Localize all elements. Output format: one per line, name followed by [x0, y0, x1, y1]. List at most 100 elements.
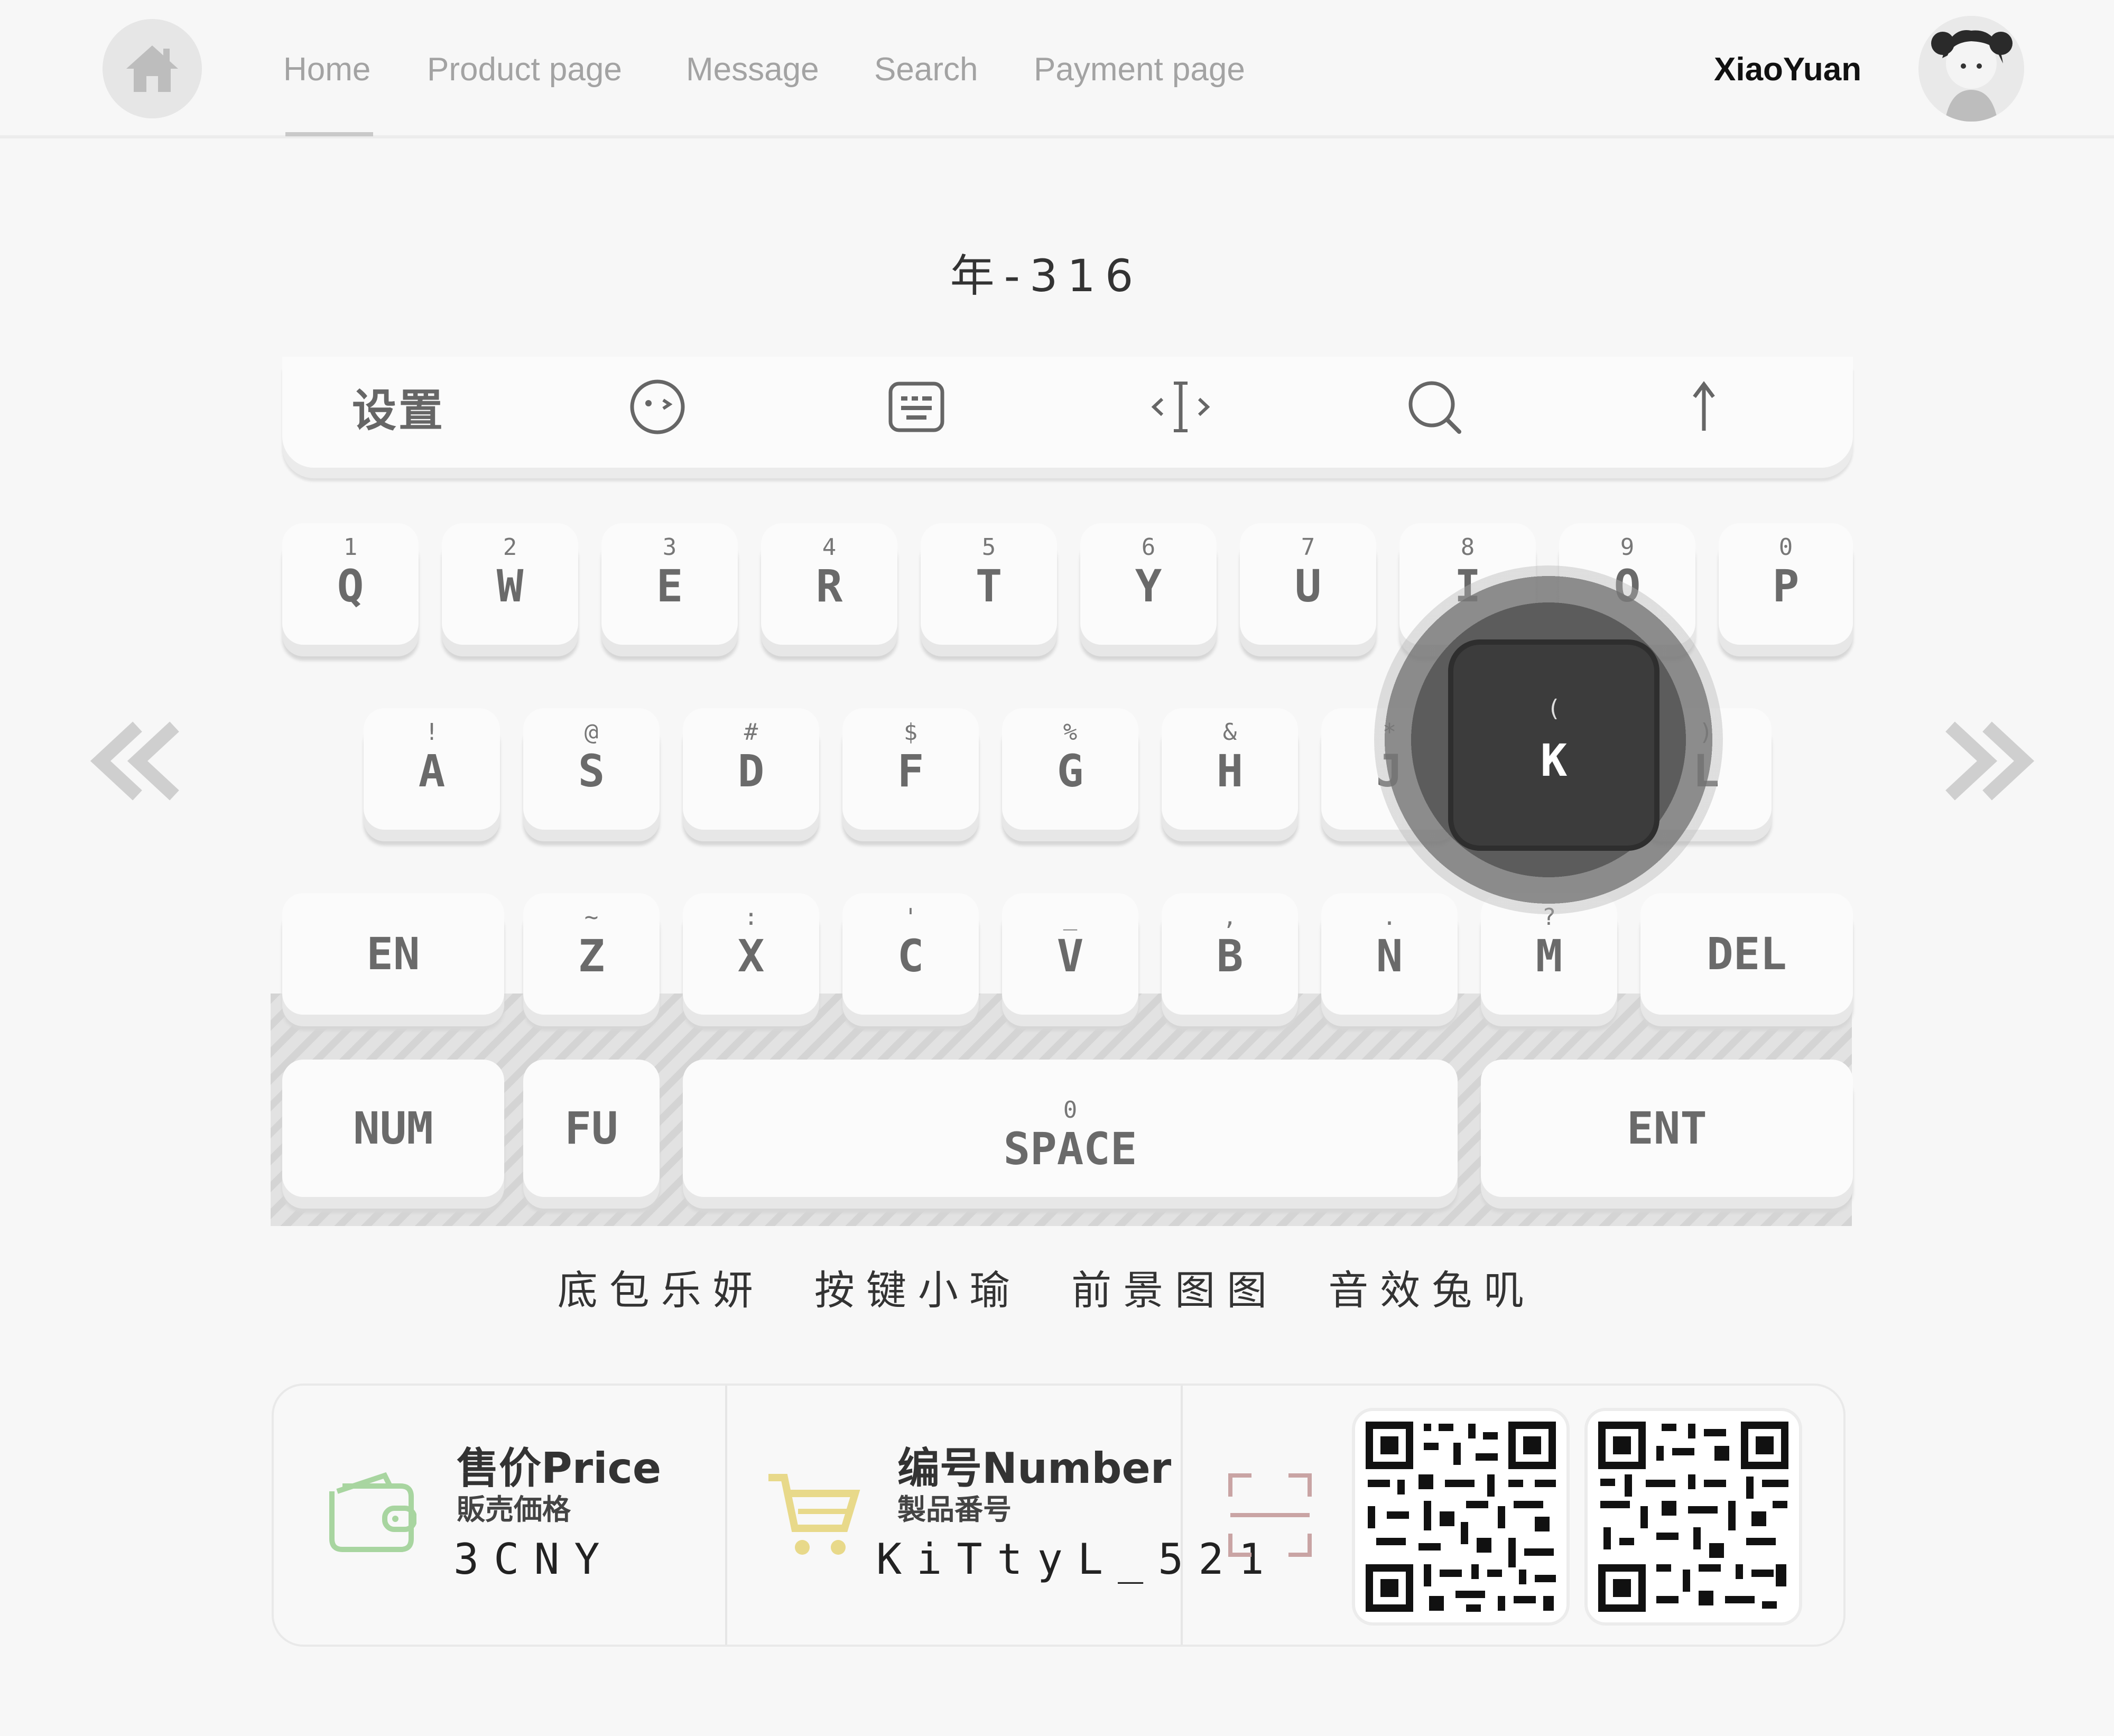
- avatar[interactable]: [1918, 16, 2024, 122]
- key-f[interactable]: $ F: [842, 708, 979, 830]
- search-icon: [1408, 381, 1461, 434]
- nav-message[interactable]: Message: [686, 51, 819, 88]
- key-n[interactable]: .N: [1321, 893, 1458, 1015]
- key-label: B: [1216, 930, 1244, 982]
- search-button[interactable]: [1403, 378, 1466, 436]
- key-sub-label: &: [1222, 719, 1237, 746]
- key-w[interactable]: 2W: [442, 523, 578, 645]
- key-h[interactable]: & H: [1162, 708, 1298, 830]
- username[interactable]: XiaoYuan: [1714, 51, 1861, 88]
- key-label: P: [1772, 560, 1800, 612]
- key-label: G: [1056, 745, 1084, 797]
- key-e[interactable]: 3E: [601, 523, 738, 645]
- wallet-icon: [329, 1472, 416, 1552]
- settings-button[interactable]: 设置: [340, 378, 457, 437]
- key-del[interactable]: DEL: [1640, 893, 1853, 1015]
- divider: [725, 1386, 727, 1645]
- qr-code-image: [1598, 1422, 1788, 1612]
- key-label: EN: [366, 928, 420, 980]
- key-label: F: [897, 745, 924, 797]
- number-value: KiTtyL_521: [876, 1535, 1279, 1584]
- home-icon: [126, 45, 178, 92]
- number-subtitle: 製品番号: [897, 1493, 1012, 1526]
- key-sub-label: (: [1546, 695, 1561, 722]
- key-sub-label: .: [1382, 904, 1397, 931]
- key-sub-label: _: [1063, 904, 1078, 931]
- key-sub-label: :: [744, 904, 758, 931]
- product-info-card: 售价Price 販売価格 3CNY 编号Number 製品番号 KiTtyL_5…: [272, 1384, 1846, 1647]
- key-r[interactable]: 4R: [761, 523, 897, 645]
- key-label: Y: [1135, 560, 1162, 612]
- key-label: K: [1540, 735, 1568, 786]
- key-space[interactable]: 0 SPACE: [683, 1060, 1458, 1197]
- key-sub-label: #: [744, 719, 758, 746]
- nav-search[interactable]: Search: [874, 51, 978, 88]
- qr-code[interactable]: [1584, 1408, 1802, 1626]
- key-sub-label: 2: [503, 534, 517, 561]
- arrow-up-icon: [1693, 381, 1715, 431]
- emoji-button[interactable]: [626, 378, 689, 436]
- nav-product-page[interactable]: Product page: [427, 51, 622, 88]
- scan-icon[interactable]: [1225, 1470, 1315, 1560]
- key-label: E: [656, 560, 683, 612]
- key-label: H: [1216, 745, 1244, 797]
- key-label: DEL: [1707, 928, 1787, 980]
- home-button[interactable]: [103, 19, 202, 118]
- credits-line: 底包乐妍 按键小瑜 前景图图 音效兔叽: [0, 1258, 2093, 1316]
- key-num[interactable]: NUM: [282, 1060, 504, 1197]
- key-g[interactable]: % G: [1002, 708, 1138, 830]
- key-label: R: [815, 560, 843, 612]
- credit-sound: 音效兔叽: [1328, 1267, 1536, 1314]
- key-d[interactable]: # D: [683, 708, 819, 830]
- divider: [1181, 1386, 1183, 1645]
- key-c[interactable]: ' C: [842, 893, 979, 1015]
- key-label: U: [1294, 560, 1322, 612]
- key-sub-label: $: [903, 719, 918, 746]
- keyboard-icon: [888, 382, 944, 432]
- key-sub-label: %: [1063, 719, 1078, 746]
- keyboard-toolbar: 设置: [282, 357, 1853, 468]
- keyboard-layout-button[interactable]: [885, 378, 948, 436]
- key-sub-label: 0: [1063, 1097, 1078, 1124]
- previous-arrow-icon[interactable]: [85, 708, 190, 831]
- key-a[interactable]: ! A: [364, 708, 500, 830]
- key-z[interactable]: ~ Z: [523, 893, 660, 1015]
- key-ent[interactable]: ENT: [1481, 1060, 1853, 1197]
- pressed-key-k[interactable]: ( K: [1448, 639, 1659, 851]
- collapse-button[interactable]: [1672, 378, 1736, 436]
- key-v[interactable]: _ V: [1002, 893, 1138, 1015]
- key-q[interactable]: 1Q: [282, 523, 419, 645]
- cursor-icon: [1151, 382, 1210, 432]
- qr-code-image: [1366, 1422, 1556, 1612]
- key-sub-label: !: [424, 719, 439, 746]
- key-label: NUM: [353, 1102, 433, 1154]
- price-subtitle: 販売価格: [457, 1493, 571, 1526]
- nav-home[interactable]: Home: [283, 51, 370, 88]
- key-y[interactable]: 6Y: [1080, 523, 1217, 645]
- key-p[interactable]: 0P: [1719, 523, 1853, 645]
- key-x[interactable]: :X: [683, 893, 819, 1015]
- key-label: Q: [337, 560, 364, 612]
- key-label: ENT: [1627, 1102, 1707, 1154]
- key-label: Z: [578, 930, 605, 982]
- key-u[interactable]: 7U: [1240, 523, 1376, 645]
- credit-base: 底包乐妍: [557, 1267, 765, 1314]
- key-sub-label: 9: [1620, 534, 1635, 561]
- qr-code[interactable]: [1352, 1408, 1570, 1626]
- cursor-button[interactable]: [1144, 378, 1218, 436]
- nav-payment-page[interactable]: Payment page: [1034, 51, 1245, 88]
- product-title: 年-316: [950, 250, 1143, 302]
- key-fu[interactable]: FU: [523, 1060, 660, 1197]
- key-label: N: [1376, 930, 1403, 982]
- key-sub-label: 8: [1460, 534, 1475, 561]
- key-en[interactable]: EN: [282, 893, 504, 1015]
- next-arrow-icon[interactable]: [1934, 708, 2040, 831]
- key-label: D: [737, 745, 765, 797]
- key-sub-label: 4: [822, 534, 837, 561]
- key-s[interactable]: @ S: [523, 708, 660, 830]
- credit-keys: 按键小瑜: [814, 1267, 1022, 1314]
- key-t[interactable]: 5T: [921, 523, 1057, 645]
- cart-icon: [768, 1474, 860, 1555]
- key-b[interactable]: ,B: [1162, 893, 1298, 1015]
- key-label: V: [1056, 930, 1084, 982]
